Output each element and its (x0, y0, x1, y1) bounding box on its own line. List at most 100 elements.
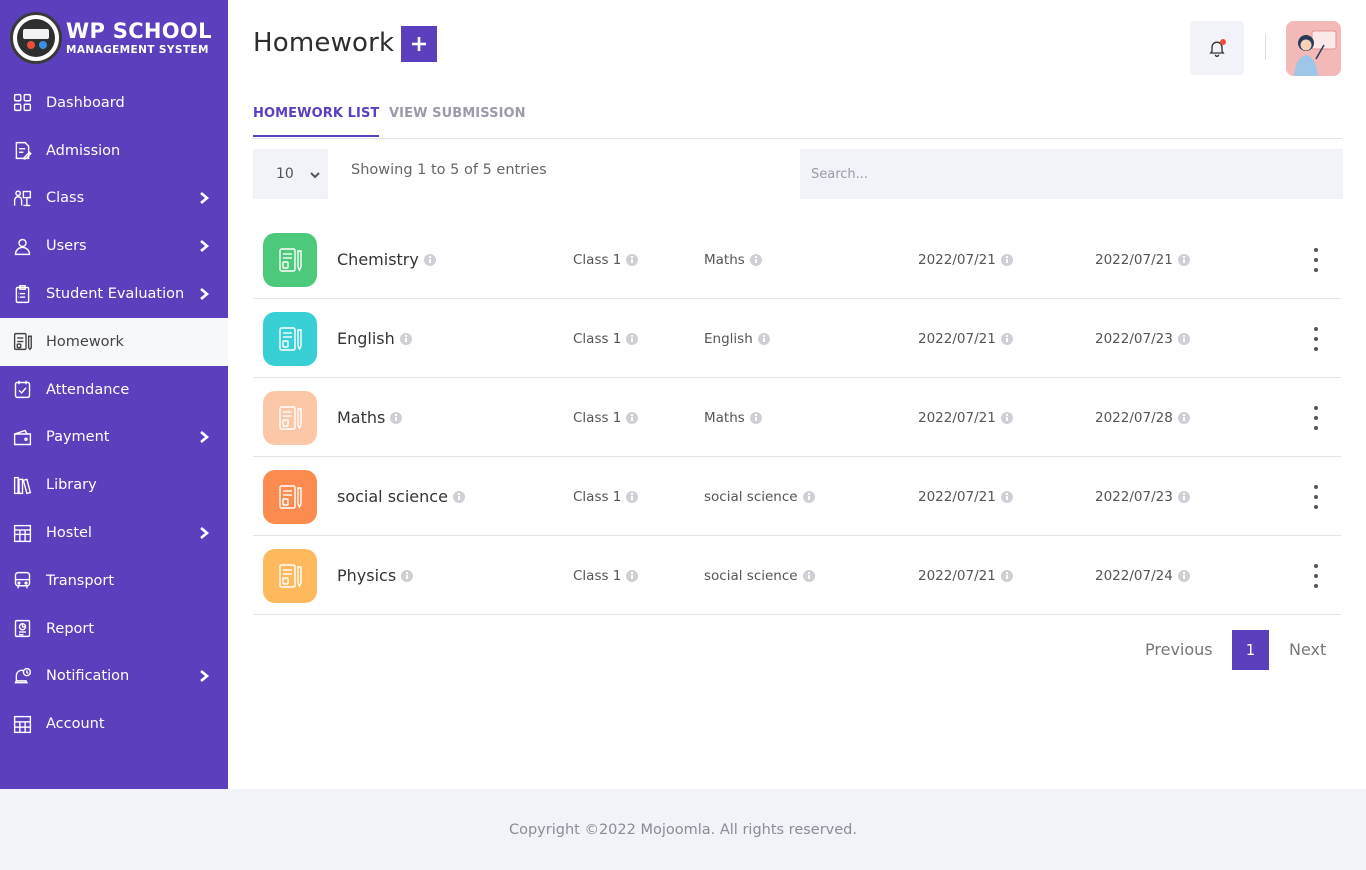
info-icon[interactable] (1177, 332, 1190, 345)
sidebar-item-account[interactable]: Account (0, 700, 228, 748)
sidebar-item-label: Hostel (46, 525, 92, 542)
sidebar-item-label: Users (46, 238, 87, 255)
class-name: Class 1 (573, 409, 622, 426)
sidebar-item-admission[interactable]: Admission (0, 127, 228, 175)
info-icon[interactable] (1177, 569, 1190, 582)
info-icon[interactable] (1177, 490, 1190, 503)
info-icon[interactable] (626, 490, 639, 503)
wallet-icon (11, 426, 33, 448)
homework-title-cell: English (337, 299, 412, 378)
pagination-previous[interactable]: Previous (1145, 630, 1213, 670)
sidebar-item-label: Attendance (46, 381, 130, 398)
info-icon[interactable] (802, 490, 815, 503)
user-avatar[interactable] (1286, 21, 1341, 76)
info-icon[interactable] (1000, 253, 1013, 266)
info-icon[interactable] (626, 569, 639, 582)
info-icon[interactable] (1000, 569, 1013, 582)
info-icon[interactable] (626, 253, 639, 266)
end-date-cell: 2022/07/23 (1095, 299, 1190, 378)
sidebar-item-report[interactable]: Report (0, 605, 228, 653)
plus-icon (412, 37, 426, 51)
table-row[interactable]: English Class 1 English 2022/07/21 2022/07/2… (253, 299, 1341, 378)
info-icon[interactable] (749, 253, 762, 266)
class-cell: Class 1 (573, 299, 639, 378)
sidebar-item-label: Student Evaluation (46, 286, 185, 303)
chevron-right-icon[interactable] (197, 526, 211, 540)
homework-icon (11, 331, 33, 353)
start-date-cell: 2022/07/21 (918, 299, 1013, 378)
sidebar-item-label: Report (46, 620, 95, 637)
more-options-icon[interactable] (1306, 248, 1326, 272)
info-icon[interactable] (423, 253, 436, 266)
sidebar-item-homework[interactable]: Homework (0, 317, 228, 366)
chevron-right-icon[interactable] (197, 239, 211, 253)
admission-icon (11, 140, 33, 162)
info-icon[interactable] (749, 411, 762, 424)
more-options-icon[interactable] (1306, 485, 1326, 509)
bus-icon (11, 570, 33, 592)
info-icon[interactable] (1000, 490, 1013, 503)
chevron-right-icon[interactable] (197, 430, 211, 444)
chevron-right-icon[interactable] (197, 669, 211, 683)
info-icon[interactable] (626, 411, 639, 424)
more-options-icon[interactable] (1306, 327, 1326, 351)
account-icon (11, 713, 33, 735)
start-date: 2022/07/21 (918, 567, 996, 584)
info-icon[interactable] (1000, 332, 1013, 345)
info-icon[interactable] (1000, 411, 1013, 424)
sidebar-item-dashboard[interactable]: Dashboard (0, 79, 228, 127)
table-row[interactable]: Physics Class 1 social science 2022/07/21 20… (253, 536, 1341, 615)
add-homework-button[interactable] (401, 26, 437, 62)
chevron-right-icon[interactable] (197, 287, 211, 301)
table-row[interactable]: Maths Class 1 Maths 2022/07/21 2022/07/28 (253, 378, 1341, 457)
class-name: Class 1 (573, 567, 622, 584)
info-icon[interactable] (390, 411, 403, 424)
sidebar-item-users[interactable]: Users (0, 222, 228, 270)
sidebar-item-label: Admission (46, 142, 121, 159)
tab-homework-list[interactable]: HOMEWORK LIST (253, 106, 380, 137)
sidebar-item-payment[interactable]: Payment (0, 414, 228, 462)
info-icon[interactable] (399, 332, 412, 345)
info-icon[interactable] (1177, 253, 1190, 266)
sidebar-item-label: Class (46, 190, 85, 207)
info-icon[interactable] (757, 332, 770, 345)
sidebar: WP SCHOOL MANAGEMENT SYSTEM Dashboard Adm… (0, 0, 228, 789)
class-name: Class 1 (573, 488, 622, 505)
info-icon[interactable] (802, 569, 815, 582)
sidebar-item-transport[interactable]: Transport (0, 557, 228, 605)
sidebar-item-student-evaluation[interactable]: Student Evaluation (0, 270, 228, 318)
search-input[interactable] (800, 149, 1343, 199)
header-divider (1265, 34, 1266, 60)
homework-book-icon (263, 312, 317, 366)
brand-logo[interactable]: WP SCHOOL MANAGEMENT SYSTEM (10, 12, 212, 64)
sidebar-item-class[interactable]: Class (0, 175, 228, 223)
sidebar-item-notification[interactable]: Notification (0, 653, 228, 701)
homework-title: social science (337, 487, 448, 506)
end-date: 2022/07/21 (1095, 251, 1173, 268)
more-options-icon[interactable] (1306, 406, 1326, 430)
table-row[interactable]: social science Class 1 social science 2022/… (253, 457, 1341, 536)
info-icon[interactable] (1177, 411, 1190, 424)
homework-title-cell: social science (337, 457, 465, 536)
start-date: 2022/07/21 (918, 488, 996, 505)
sidebar-item-library[interactable]: Library (0, 461, 228, 509)
info-icon[interactable] (401, 569, 414, 582)
chevron-right-icon[interactable] (197, 191, 211, 205)
notification-bell-button[interactable] (1190, 21, 1244, 75)
info-icon[interactable] (626, 332, 639, 345)
page-length-select[interactable]: 10 (253, 149, 328, 199)
sidebar-item-attendance[interactable]: Attendance (0, 366, 228, 414)
end-date-cell: 2022/07/24 (1095, 536, 1190, 615)
tab-view-submission[interactable]: VIEW SUBMISSION (389, 106, 526, 135)
dashboard-icon (11, 92, 33, 114)
info-icon[interactable] (452, 490, 465, 503)
sidebar-item-hostel[interactable]: Hostel (0, 509, 228, 557)
pagination-next[interactable]: Next (1289, 630, 1326, 670)
sidebar-item-label: Dashboard (46, 94, 125, 111)
homework-book-icon (263, 470, 317, 524)
start-date-cell: 2022/07/21 (918, 457, 1013, 536)
pagination-page[interactable]: 1 (1232, 630, 1269, 670)
table-row[interactable]: Chemistry Class 1 Maths 2022/07/21 2022/07/2… (253, 220, 1341, 299)
subject-cell: English (704, 299, 770, 378)
more-options-icon[interactable] (1306, 564, 1326, 588)
